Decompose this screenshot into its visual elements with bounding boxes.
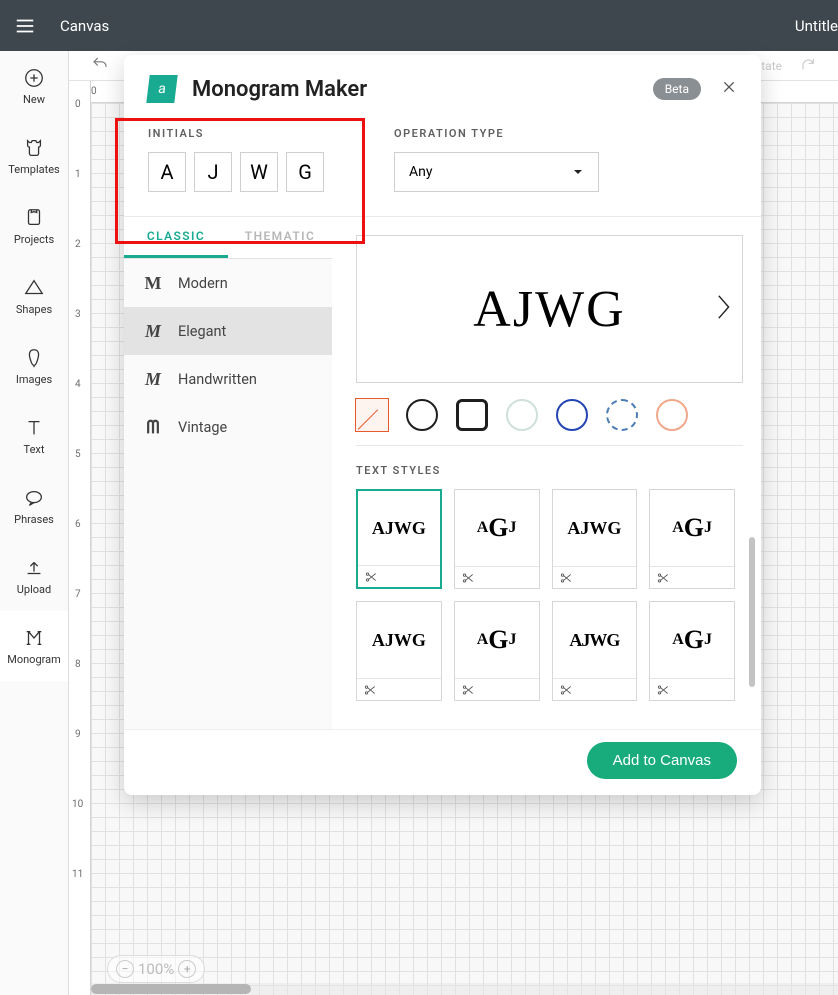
scissors-icon [559,683,573,697]
sidebar-label: Text [24,443,45,456]
sidebar-label: Shapes [16,303,52,316]
category-modern[interactable]: M Modern [124,259,332,307]
tab-classic[interactable]: CLASSIC [124,217,228,258]
next-preview-button[interactable] [714,293,732,325]
category-label: Handwritten [178,371,257,388]
monogram-dialog: a Monogram Maker Beta INITIALS OPERATION… [124,55,761,795]
category-elegant[interactable]: M Elegant [124,307,332,355]
vintage-icon: ᗰ [142,417,164,437]
sidebar-label: Monogram [7,653,61,666]
text-style-option[interactable]: AJWG [552,601,638,701]
zoom-control: − 100% + [107,955,205,983]
sidebar-item-upload[interactable]: Upload [0,541,68,611]
operation-section: OPERATION TYPE Any [394,127,599,192]
tab-thematic[interactable]: THEMATIC [228,217,332,258]
scissors-icon [656,683,670,697]
refresh-icon[interactable] [800,56,816,75]
text-style-option[interactable]: AJWG [356,601,442,701]
topbar: Canvas Untitle [0,0,838,51]
zoom-in-button[interactable]: + [178,960,196,978]
preview-text: AJWG [473,280,625,339]
text-styles-grid: AJWG AGJ AJWG AGJ AJWG [356,489,743,701]
sidebar-item-monogram[interactable]: Monogram [0,611,68,681]
shape-none[interactable] [356,399,388,431]
initials-label: INITIALS [148,127,324,140]
shape-row [356,383,743,446]
style-column: CLASSIC THEMATIC M Modern M Elegant M Ha… [124,217,332,729]
sidebar: New Templates Projects Shapes Images Tex… [0,51,69,995]
app-logo-icon: a [146,75,177,103]
initial-input-2[interactable] [194,152,232,192]
shape-circle[interactable] [406,399,438,431]
scissors-icon [656,571,670,585]
scissors-icon [461,571,475,585]
shape-rounded-square[interactable] [456,399,488,431]
sidebar-label: Phrases [14,513,54,526]
preview-column: AJWG TEXT STYLES AJWG [332,217,761,729]
category-handwritten[interactable]: M Handwritten [124,355,332,403]
zoom-value: 100% [138,960,174,978]
text-style-option[interactable]: AGJ [454,489,540,589]
zoom-out-button[interactable]: − [116,960,134,978]
add-to-canvas-button[interactable]: Add to Canvas [587,742,737,779]
initial-input-1[interactable] [148,152,186,192]
scissors-icon [559,571,573,585]
sidebar-label: Projects [14,233,54,246]
text-style-option[interactable]: AGJ [649,601,735,701]
sidebar-label: Templates [8,163,59,176]
close-button[interactable] [721,79,737,99]
text-styles-label: TEXT STYLES [356,464,743,477]
operation-value: Any [409,164,433,180]
shape-light-circle[interactable] [506,399,538,431]
scissors-icon [364,570,378,584]
elegant-icon: M [142,321,164,341]
text-style-option[interactable]: AGJ [454,601,540,701]
category-label: Modern [178,275,228,292]
category-label: Vintage [178,419,227,436]
sidebar-item-shapes[interactable]: Shapes [0,261,68,331]
operation-label: OPERATION TYPE [394,127,599,140]
sidebar-label: New [23,93,45,106]
modern-icon: M [142,273,164,293]
handwritten-icon: M [142,369,164,389]
shape-peach-circle[interactable] [656,399,688,431]
initials-section: INITIALS [148,127,324,192]
operation-select[interactable]: Any [394,152,599,192]
scissors-icon [363,683,377,697]
dialog-title: Monogram Maker [192,77,367,102]
sidebar-item-projects[interactable]: Projects [0,191,68,261]
initial-input-4[interactable] [286,152,324,192]
sidebar-item-images[interactable]: Images [0,331,68,401]
shape-sketch-circle[interactable] [606,399,638,431]
page-title: Canvas [60,17,109,35]
beta-badge: Beta [653,78,701,100]
monogram-preview: AJWG [356,235,743,383]
text-style-option[interactable]: AJWG [356,489,442,589]
sidebar-item-templates[interactable]: Templates [0,121,68,191]
sidebar-item-text[interactable]: Text [0,401,68,471]
sidebar-item-new[interactable]: New [0,51,68,121]
initial-input-3[interactable] [240,152,278,192]
horizontal-scrollbar[interactable] [91,983,838,995]
sidebar-label: Images [16,373,52,386]
text-style-option[interactable]: AJWG [552,489,638,589]
shape-blue-circle[interactable] [556,399,588,431]
sidebar-label: Upload [17,583,51,596]
file-name[interactable]: Untitle [795,17,838,35]
category-label: Elegant [178,323,226,340]
undo-button[interactable] [91,55,109,76]
vertical-ruler: 0 1 2 3 4 5 6 7 8 9 10 11 [69,81,91,995]
styles-scrollbar[interactable] [749,537,755,687]
scissors-icon [461,683,475,697]
chevron-down-icon [572,166,584,178]
text-style-option[interactable]: AGJ [649,489,735,589]
sidebar-item-phrases[interactable]: Phrases [0,471,68,541]
category-vintage[interactable]: ᗰ Vintage [124,403,332,451]
menu-icon[interactable] [0,1,50,51]
